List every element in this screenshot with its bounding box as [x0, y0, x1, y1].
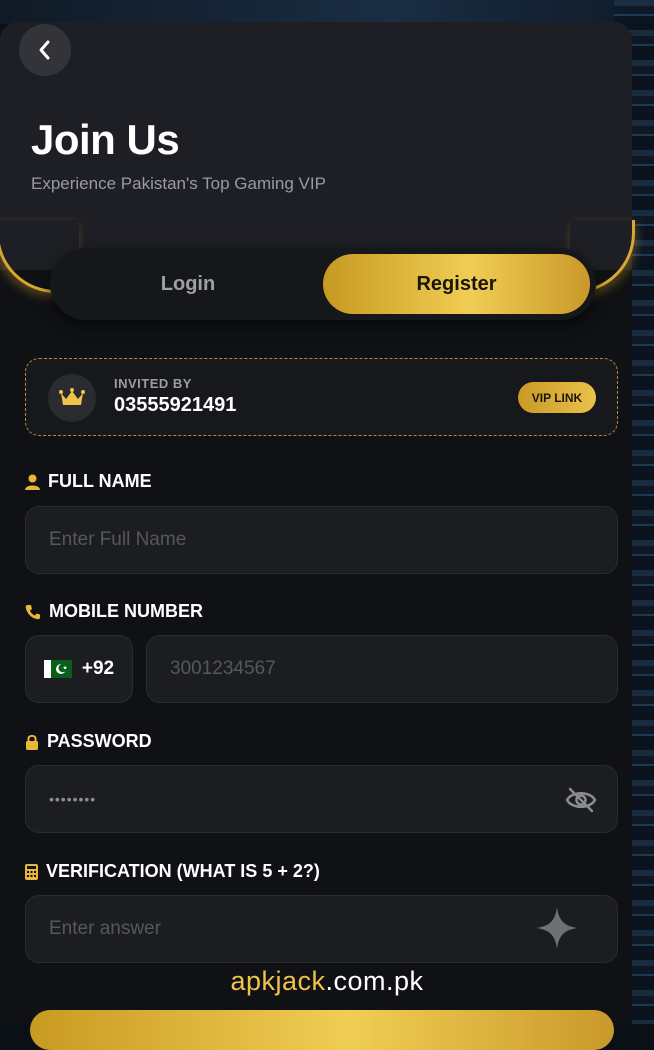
verification-label-text: VERIFICATION (WHAT IS 5 + 2?): [46, 861, 320, 881]
vip-link-badge[interactable]: VIP LINK: [518, 382, 596, 413]
back-button[interactable]: [19, 24, 71, 76]
password-label: PASSWORD: [25, 731, 152, 752]
tab-login[interactable]: Login: [50, 254, 326, 314]
toggle-password-visibility[interactable]: [563, 785, 599, 815]
invited-by-value: 03555921491: [114, 394, 237, 416]
password-input[interactable]: ••••••••: [25, 765, 618, 833]
background-top: [0, 0, 654, 24]
pakistan-flag-icon: [43, 660, 72, 678]
crown-icon: [59, 388, 85, 405]
full-name-label-text: FULL NAME: [48, 471, 152, 491]
full-name-input[interactable]: Enter Full Name: [25, 506, 618, 574]
phone-icon: [25, 604, 40, 619]
country-code: +92: [81, 658, 115, 679]
watermark: apkjack.com.pk: [0, 966, 654, 997]
password-label-text: PASSWORD: [47, 731, 152, 751]
verification-input[interactable]: Enter answer: [25, 895, 618, 963]
full-name-label: FULL NAME: [25, 471, 152, 492]
verification-placeholder: Enter answer: [49, 918, 161, 939]
submit-register-button[interactable]: [30, 1010, 614, 1050]
mobile-label-text: MOBILE NUMBER: [49, 601, 203, 621]
crown-badge: [48, 374, 96, 422]
watermark-domain: .com.pk: [325, 966, 424, 996]
watermark-brand: apkjack: [230, 966, 326, 996]
full-name-placeholder: Enter Full Name: [49, 529, 187, 550]
sparkle-icon: [536, 907, 578, 949]
country-code-selector[interactable]: +92: [25, 635, 133, 703]
calculator-icon: [25, 863, 38, 880]
eye-off-icon: [565, 787, 597, 813]
mobile-label: MOBILE NUMBER: [25, 601, 203, 622]
user-icon: [25, 474, 40, 490]
page-subtitle: Experience Pakistan's Top Gaming VIP: [31, 174, 326, 193]
password-value: ••••••••: [49, 791, 97, 807]
mobile-placeholder: 3001234567: [170, 658, 276, 679]
mobile-input[interactable]: 3001234567: [146, 635, 618, 703]
verification-label: VERIFICATION (WHAT IS 5 + 2?): [25, 861, 320, 882]
tab-register[interactable]: Register: [323, 254, 590, 314]
invited-by-label: INVITED BY: [114, 376, 192, 391]
lock-icon: [26, 734, 38, 750]
page-title: Join Us: [31, 116, 180, 163]
chevron-left-icon: [39, 40, 50, 60]
